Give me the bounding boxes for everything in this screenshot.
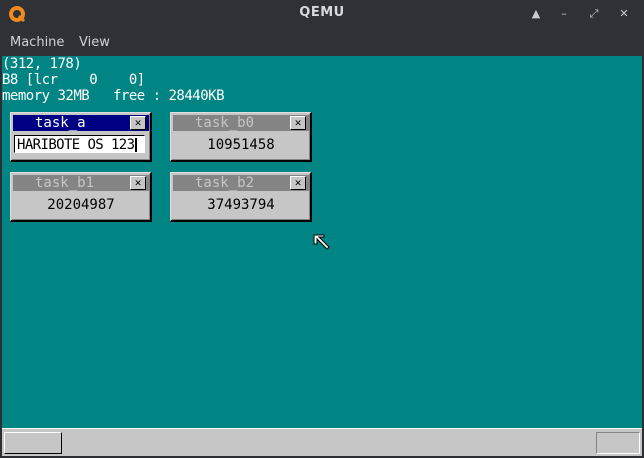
taskbar	[2, 428, 642, 456]
title-bar: QEMU ▲ – ⤢ ✕	[0, 0, 644, 29]
counter-value: 37493794	[207, 197, 275, 213]
task-b2-window[interactable]: task_b2 ✕ 37493794	[170, 172, 312, 222]
mouse-pointer-icon	[313, 234, 330, 250]
counter-value: 10951458	[207, 137, 275, 153]
window-titlebar[interactable]: task_b0 ✕	[173, 115, 309, 131]
close-icon[interactable]: ✕	[130, 116, 146, 130]
window-title: QEMU	[299, 5, 345, 20]
input-text: HARIBOTE OS 123	[17, 137, 135, 153]
task-b0-window[interactable]: task_b0 ✕ 10951458	[170, 112, 312, 162]
window-titlebar[interactable]: task_b2 ✕	[173, 175, 309, 191]
memory-status: memory 32MB free : 28440KB	[2, 88, 225, 104]
task-b1-window[interactable]: task_b1 ✕ 20204987	[10, 172, 152, 222]
close-icon[interactable]: ✕	[130, 176, 146, 190]
task-a-window[interactable]: task_a ✕ HARIBOTE OS 123	[10, 112, 152, 162]
keyboard-status: B8 [lcr 0 0]	[2, 72, 145, 88]
close-window-button[interactable]: ✕	[615, 6, 633, 22]
menu-machine[interactable]: Machine	[10, 35, 64, 50]
text-input[interactable]: HARIBOTE OS 123	[14, 135, 145, 153]
close-icon[interactable]: ✕	[290, 176, 306, 190]
menu-bar: Machine View	[0, 29, 644, 56]
restore-button[interactable]: –	[555, 6, 573, 22]
mouse-coordinates: (312, 178)	[2, 56, 82, 72]
minimize-button[interactable]: ▲	[527, 6, 545, 22]
window-title-text: task_b0	[195, 115, 255, 131]
window-title-text: task_b2	[195, 175, 255, 191]
guest-screen[interactable]: (312, 178) B8 [lcr 0 0] memory 32MB free…	[2, 56, 642, 456]
text-cursor	[135, 138, 138, 152]
system-tray	[596, 432, 640, 454]
close-icon[interactable]: ✕	[290, 116, 306, 130]
window-titlebar[interactable]: task_a ✕	[13, 115, 149, 131]
window-titlebar[interactable]: task_b1 ✕	[13, 175, 149, 191]
window-title-text: task_a	[35, 115, 86, 131]
menu-view[interactable]: View	[79, 35, 110, 50]
maximize-button[interactable]: ⤢	[585, 6, 603, 22]
window-title-text: task_b1	[35, 175, 95, 191]
counter-value: 20204987	[47, 197, 115, 213]
start-button[interactable]	[4, 432, 62, 454]
